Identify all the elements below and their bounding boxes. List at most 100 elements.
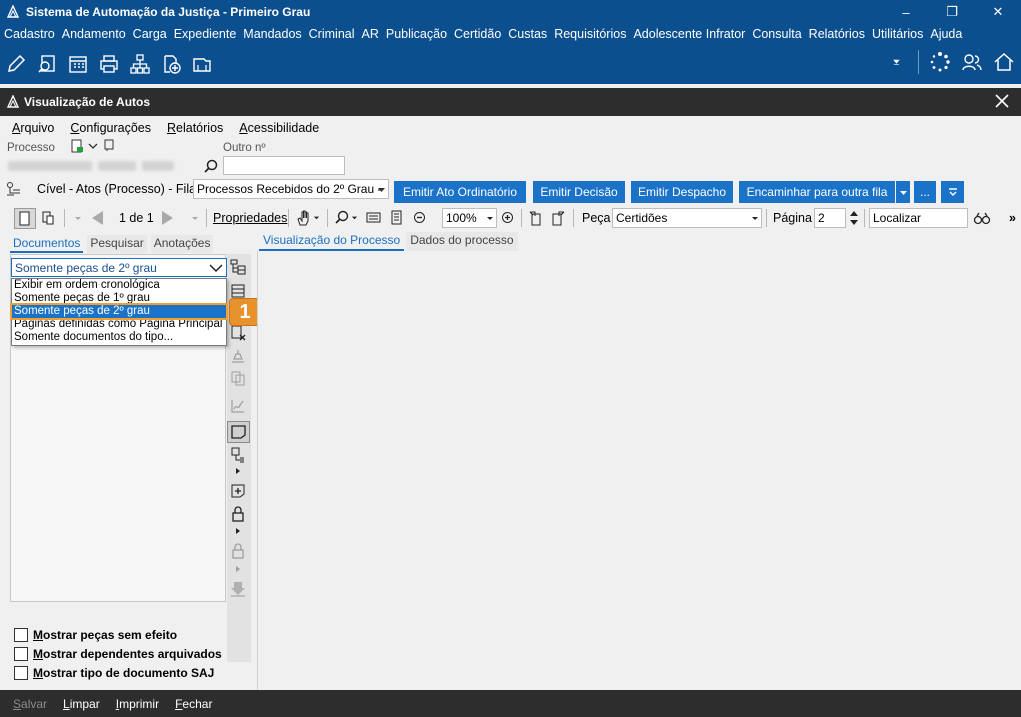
filter-option-cronologica[interactable]: Exibir em ordem cronológica <box>12 279 226 292</box>
zoom-select[interactable]: 100% <box>442 208 497 228</box>
tab-pesquisar[interactable]: Pesquisar <box>87 235 147 253</box>
fechar-button[interactable]: Fechar <box>175 697 212 711</box>
previous-page-icon[interactable] <box>89 209 107 227</box>
page-spinner-icon[interactable] <box>849 209 859 227</box>
tab-dados-processo[interactable]: Dados do processo <box>406 232 518 251</box>
lock-icon[interactable] <box>229 505 247 523</box>
menu-configuracoes[interactable]: Configurações <box>70 121 151 135</box>
menu-expediente[interactable]: Expediente <box>174 27 237 41</box>
home-icon[interactable] <box>993 51 1015 73</box>
filter-option-pagina-principal[interactable]: Páginas definidas como Página Principal <box>12 318 226 331</box>
lock-disabled-icon[interactable] <box>229 542 247 560</box>
encaminhar-dropdown-button[interactable] <box>896 181 910 203</box>
remove-document-icon[interactable] <box>229 324 247 342</box>
tab-anotacoes[interactable]: Anotações <box>150 235 214 253</box>
zoom-search-icon[interactable] <box>334 209 350 225</box>
download-arrow-icon[interactable] <box>229 580 247 598</box>
menu-inner-relatorios[interactable]: Relatórios <box>167 121 223 135</box>
rotate-right-icon[interactable] <box>549 209 567 227</box>
signature-icon[interactable] <box>229 397 247 415</box>
users-icon[interactable] <box>961 51 983 73</box>
menu-custas[interactable]: Custas <box>508 27 547 41</box>
menu-andamento[interactable]: Andamento <box>62 27 126 41</box>
note-icon[interactable] <box>103 139 115 151</box>
menu-certidao[interactable]: Certidão <box>454 27 501 41</box>
menu-relatorios[interactable]: Relatórios <box>809 27 865 41</box>
document-add-icon[interactable] <box>70 139 84 153</box>
hand-pan-icon[interactable] <box>295 209 313 227</box>
menu-ar[interactable]: AR <box>362 27 379 41</box>
menu-requisitorios[interactable]: Requisitórios <box>554 27 626 41</box>
peca-select[interactable]: Certidões <box>612 208 762 228</box>
print-icon[interactable] <box>98 53 120 75</box>
menu-carga[interactable]: Carga <box>133 27 167 41</box>
toolbar-overflow-button[interactable]: » <box>1009 211 1016 225</box>
limpar-button[interactable]: Limpar <box>63 697 100 711</box>
copy-page-icon[interactable] <box>40 210 56 226</box>
dropdown-arrow-icon[interactable] <box>313 214 320 221</box>
more-options-button[interactable]: ... <box>914 181 936 203</box>
tab-visualizacao-processo[interactable]: Visualização do Processo <box>259 232 405 251</box>
rotate-left-icon[interactable] <box>527 209 545 227</box>
emitir-decisao-button[interactable]: Emitir Decisão <box>533 181 625 203</box>
propriedades-button[interactable]: Propriedades <box>213 211 287 225</box>
fila-select[interactable]: Processos Recebidos do 2º Grau - <box>193 179 389 199</box>
filter-option-1-grau[interactable]: Somente peças de 1º grau <box>12 292 226 305</box>
tree-view-icon[interactable] <box>229 258 247 276</box>
dropdown-arrow-icon[interactable] <box>892 51 906 73</box>
last-page-icon[interactable] <box>191 214 199 222</box>
salvar-button[interactable]: Salvar <box>13 697 47 711</box>
first-page-icon[interactable] <box>74 214 82 222</box>
expand-arrow-icon[interactable] <box>235 566 241 572</box>
document-filter-select[interactable]: Somente peças de 2º grau <box>11 258 227 277</box>
dropdown-arrow-icon[interactable] <box>351 214 358 221</box>
emitir-despacho-button[interactable]: Emitir Despacho <box>631 181 733 203</box>
tab-documentos[interactable]: Documentos <box>10 235 84 253</box>
checkbox-box[interactable] <box>14 628 28 642</box>
checkbox-pecas-sem-efeito[interactable]: Mostrar peças sem efeito <box>14 628 177 642</box>
checkbox-tipo-documento-saj[interactable]: Mostrar tipo de documento SAJ <box>14 666 214 680</box>
minimize-button[interactable]: – <box>883 0 929 24</box>
annotation-toggle[interactable] <box>227 421 250 443</box>
filter-option-2-grau[interactable]: Somente peças de 2º grau <box>10 303 228 320</box>
menu-consulta[interactable]: Consulta <box>752 27 801 41</box>
menu-utilitarios[interactable]: Utilitários <box>872 27 923 41</box>
zoom-out-icon[interactable] <box>413 211 426 224</box>
note-list-icon[interactable] <box>229 446 247 464</box>
filter-option-tipo[interactable]: Somente documentos do tipo... <box>12 331 226 344</box>
checkbox-dependentes-arquivados[interactable]: Mostrar dependentes arquivados <box>14 647 222 661</box>
expand-arrow-icon[interactable] <box>235 528 241 534</box>
outro-numero-input[interactable] <box>223 156 345 175</box>
processo-number-field[interactable] <box>6 156 196 175</box>
pagina-input[interactable]: 2 <box>814 208 846 228</box>
menu-arquivo[interactable]: Arquivo <box>12 121 54 135</box>
menu-acessibilidade[interactable]: Acessibilidade <box>239 121 319 135</box>
collapse-button[interactable] <box>941 181 964 203</box>
menu-cadastro[interactable]: Cadastro <box>4 27 55 41</box>
add-document-icon[interactable] <box>160 53 182 75</box>
menu-adolescente-infrator[interactable]: Adolescente Infrator <box>633 27 745 41</box>
hierarchy-icon[interactable] <box>129 53 151 75</box>
encaminhar-fila-button[interactable]: Encaminhar para outra fila <box>739 181 895 203</box>
menu-mandados[interactable]: Mandados <box>243 27 301 41</box>
expand-arrow-icon[interactable] <box>235 468 241 474</box>
search-icon[interactable] <box>203 158 219 174</box>
add-note-icon[interactable] <box>229 482 247 500</box>
stamp-icon[interactable] <box>229 347 247 365</box>
binoculars-icon[interactable] <box>973 210 991 226</box>
checkbox-box[interactable] <box>14 647 28 661</box>
inbox-icon[interactable] <box>191 53 213 75</box>
menu-criminal[interactable]: Criminal <box>309 27 355 41</box>
localizar-input[interactable]: Localizar <box>869 208 968 228</box>
fit-page-icon[interactable] <box>389 210 404 225</box>
close-window-button[interactable]: ✕ <box>975 0 1021 24</box>
next-page-icon[interactable] <box>158 209 176 227</box>
menu-ajuda[interactable]: Ajuda <box>930 27 962 41</box>
calendar-icon[interactable] <box>67 53 89 75</box>
edit-icon[interactable] <box>5 53 27 75</box>
menu-publicacao[interactable]: Publicação <box>386 27 447 41</box>
maximize-button[interactable]: ❐ <box>929 0 975 24</box>
imprimir-button[interactable]: Imprimir <box>116 697 159 711</box>
fit-width-icon[interactable] <box>366 210 381 225</box>
close-icon[interactable] <box>993 92 1011 110</box>
